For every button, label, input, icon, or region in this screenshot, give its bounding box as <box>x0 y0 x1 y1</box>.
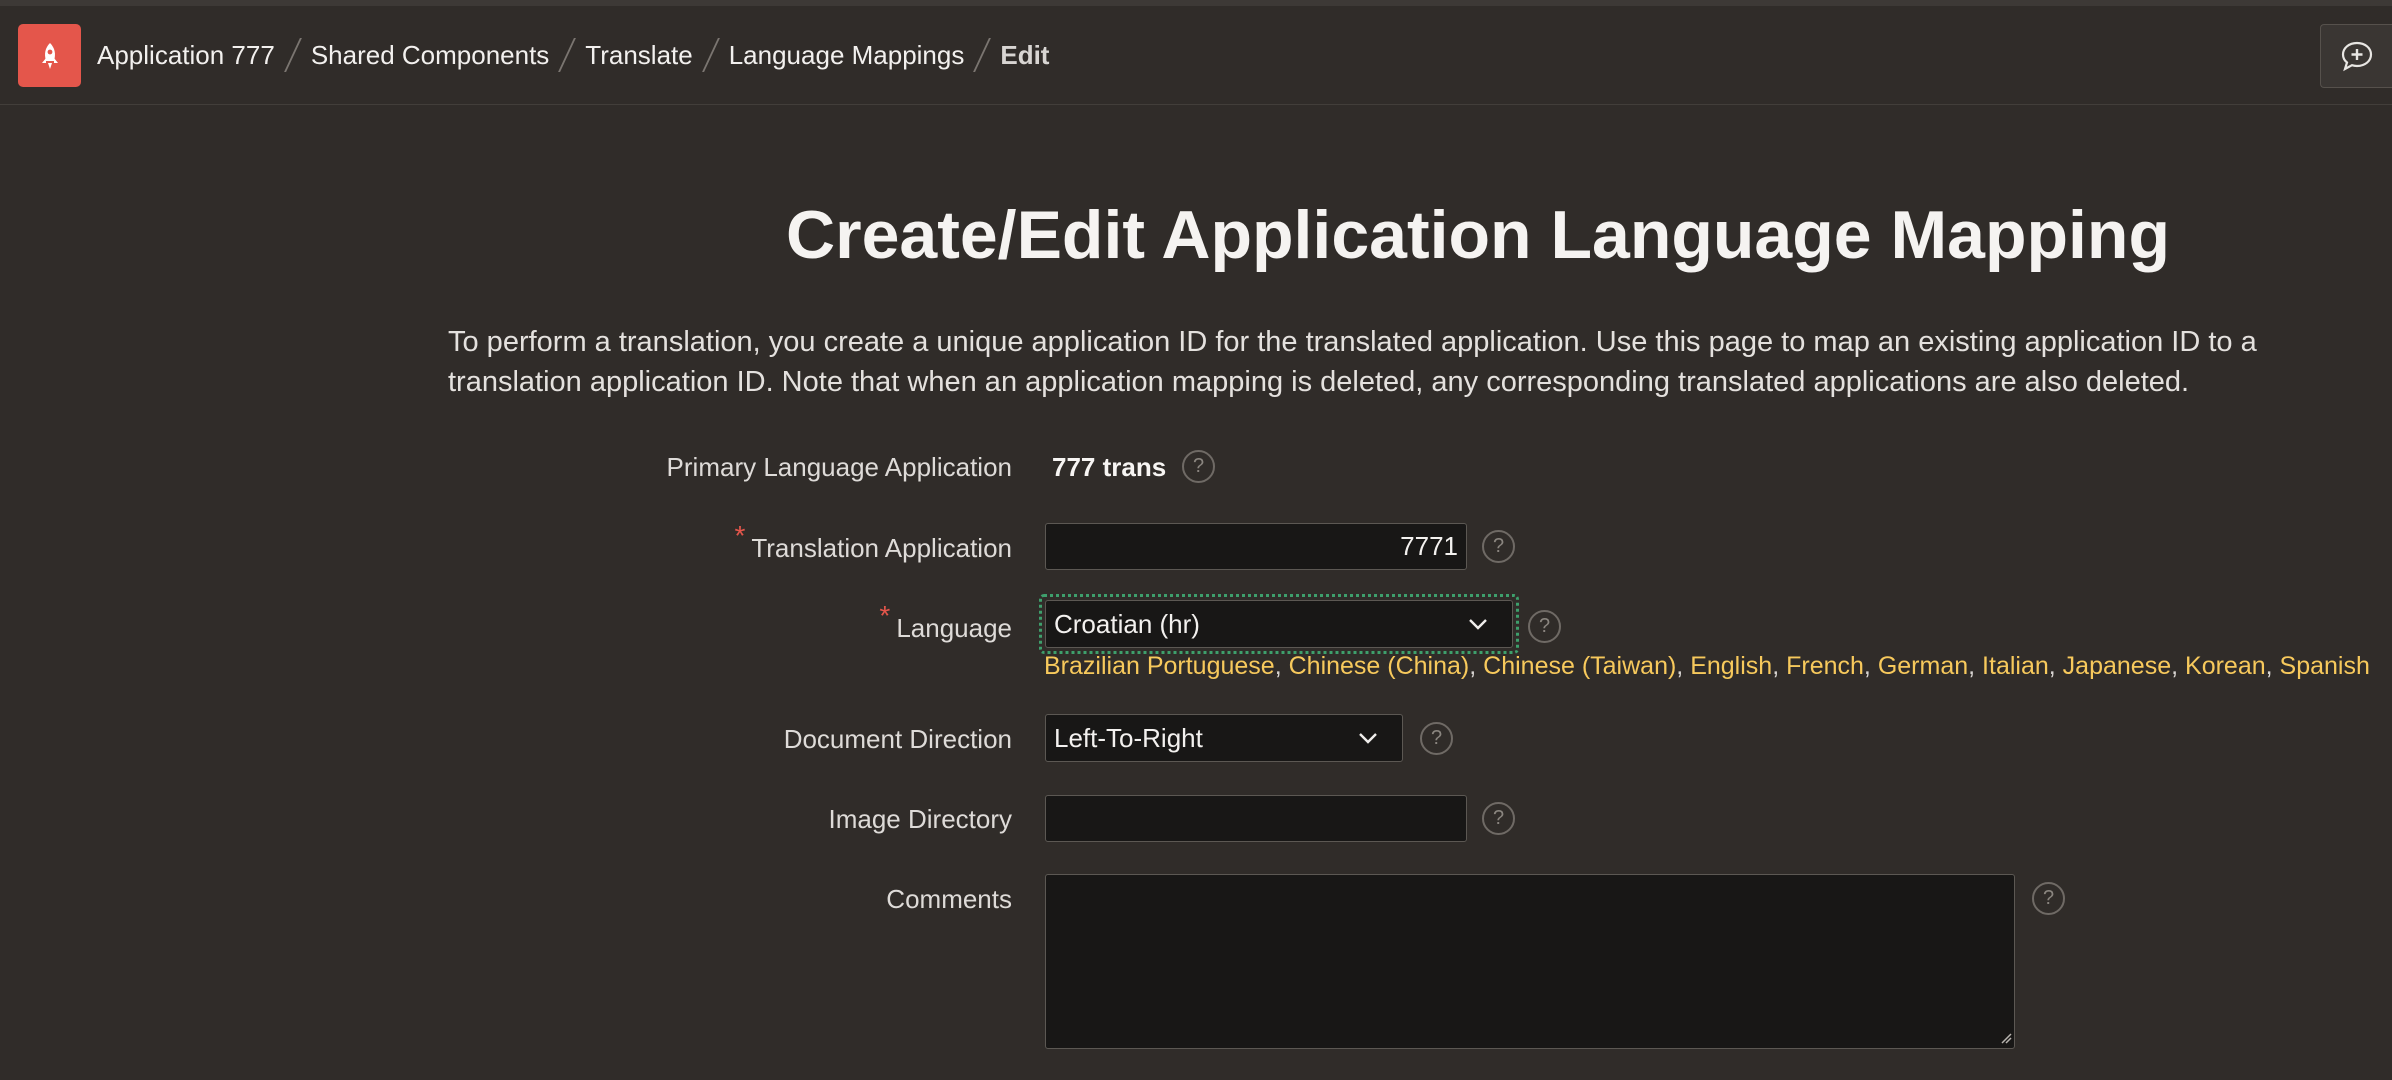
language-quick-picks: Brazilian Portuguese, Chinese (China), C… <box>1044 652 2370 681</box>
quick-pick-korean[interactable]: Korean <box>2185 652 2266 680</box>
language-select-value: Croatian (hr) <box>1054 608 1200 639</box>
language-label: * Language <box>879 600 1012 644</box>
separator: , <box>1968 652 1983 680</box>
translation-application-input[interactable]: 7771 <box>1045 523 1467 570</box>
comments-label-text: Comments <box>886 884 1012 914</box>
language-select[interactable]: Croatian (hr) <box>1045 600 1513 648</box>
quick-pick-french[interactable]: French <box>1786 652 1864 680</box>
image-directory-label: Image Directory <box>829 804 1013 835</box>
breadcrumb-current: Edit <box>1000 39 1050 70</box>
quick-pick-spanish[interactable]: Spanish <box>2280 652 2370 680</box>
separator: , <box>2048 652 2063 680</box>
language-label-text: Language <box>896 613 1012 643</box>
separator: , <box>2171 652 2186 680</box>
breadcrumb-translate[interactable]: Translate <box>585 40 692 71</box>
primary-language-label: Primary Language Application <box>667 452 1012 483</box>
rocket-icon <box>41 42 58 69</box>
help-translation-application-icon[interactable]: ? <box>1482 530 1515 563</box>
help-primary-language-icon[interactable]: ? <box>1182 450 1215 483</box>
quick-pick-chinese-china[interactable]: Chinese (China) <box>1289 652 1470 680</box>
feedback-chat-icon <box>2341 41 2372 72</box>
quick-pick-english[interactable]: English <box>1690 652 1772 680</box>
primary-language-value: 777 trans <box>1052 452 1167 482</box>
comments-label: Comments <box>886 884 1012 915</box>
breadcrumb-shared-components[interactable]: Shared Components <box>311 40 549 71</box>
page-description: To perform a translation, you create a u… <box>448 326 2257 398</box>
document-direction-label: Document Direction <box>784 724 1012 755</box>
document-direction-select[interactable]: Left-To-Right <box>1045 714 1403 762</box>
primary-language-label-text: Primary Language Application <box>666 452 1012 482</box>
breadcrumb: Application 777 Shared Components Transl… <box>97 38 1049 72</box>
image-directory-input[interactable] <box>1045 795 1467 842</box>
document-direction-label-text: Document Direction <box>783 724 1012 754</box>
separator: , <box>1676 652 1691 680</box>
breadcrumb-application[interactable]: Application 777 <box>97 40 275 71</box>
translation-application-label: * Translation Application <box>734 520 1012 564</box>
breadcrumb-language-mappings[interactable]: Language Mappings <box>729 40 965 71</box>
document-direction-select-value: Left-To-Right <box>1054 722 1203 753</box>
image-directory-label-text: Image Directory <box>828 804 1013 834</box>
resize-grip-icon[interactable] <box>2000 1032 2012 1044</box>
chevron-down-icon <box>1469 619 1487 630</box>
help-language-icon[interactable]: ? <box>1528 610 1561 643</box>
help-document-direction-icon[interactable]: ? <box>1420 722 1453 755</box>
quick-pick-german[interactable]: German <box>1878 652 1968 680</box>
separator: , <box>1274 652 1289 680</box>
quick-pick-italian[interactable]: Italian <box>1982 652 2049 680</box>
separator: , <box>1863 652 1878 680</box>
required-marker: * <box>879 600 891 631</box>
quick-pick-chinese-taiwan[interactable]: Chinese (Taiwan) <box>1483 652 1676 680</box>
page-header: Application 777 Shared Components Transl… <box>0 6 2392 105</box>
help-comments-icon[interactable]: ? <box>2032 882 2065 915</box>
breadcrumb-separator <box>701 38 720 72</box>
separator: , <box>2265 652 2280 680</box>
quick-pick-japanese[interactable]: Japanese <box>2063 652 2171 680</box>
required-marker: * <box>734 520 746 551</box>
app-logo[interactable] <box>18 24 81 87</box>
quick-pick-brazilian-portuguese[interactable]: Brazilian Portuguese <box>1044 652 1275 680</box>
comments-textarea[interactable] <box>1045 874 2015 1049</box>
breadcrumb-separator <box>558 38 577 72</box>
separator: , <box>1772 652 1787 680</box>
translation-application-label-text: Translation Application <box>751 533 1012 563</box>
feedback-button[interactable] <box>2320 24 2392 88</box>
help-image-directory-icon[interactable]: ? <box>1482 802 1515 835</box>
chevron-down-icon <box>1359 733 1377 744</box>
breadcrumb-separator <box>283 38 302 72</box>
breadcrumb-separator <box>973 38 992 72</box>
separator: , <box>1469 652 1484 680</box>
page-title: Create/Edit Application Language Mapping <box>786 197 2171 273</box>
